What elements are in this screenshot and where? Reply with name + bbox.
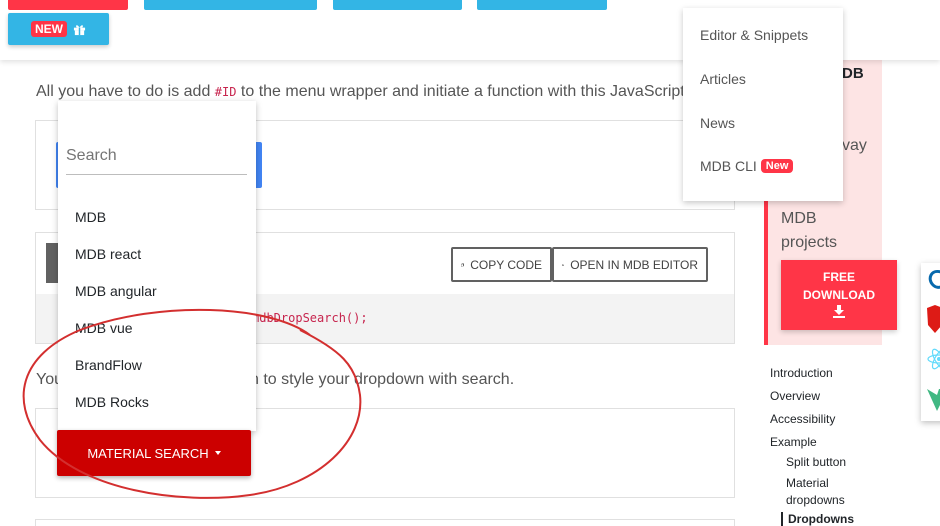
dropdown-item[interactable]: MDB angular (75, 283, 157, 299)
copy-icon (461, 263, 464, 267)
caret-down-icon (214, 451, 221, 455)
toc-link-split-button[interactable]: Split button (786, 455, 846, 469)
toc-link-overview[interactable]: Overview (770, 389, 820, 403)
open-editor-label: OPEN IN MDB EDITOR (570, 257, 698, 272)
promo-projects-text: MDB projects (781, 210, 838, 251)
dropdown-item[interactable]: MDB (75, 209, 106, 225)
angular-icon[interactable] (927, 305, 940, 333)
navbar-dropdown-menu: Editor & Snippets Articles News MDB CLI N… (683, 8, 843, 201)
image-icon (562, 263, 565, 266)
new-badge: New (760, 159, 794, 173)
nav-dropdown-item[interactable]: News (700, 115, 735, 131)
navbar-blue-button[interactable] (144, 0, 317, 10)
dropdown-item[interactable]: MDB react (75, 246, 141, 262)
navbar-blue-button[interactable] (477, 0, 607, 10)
free-download-button[interactable]: FREE DOWNLOAD (781, 260, 897, 330)
search-input[interactable] (66, 138, 247, 175)
promo-title: DB (842, 65, 864, 82)
promo-text: vay (842, 137, 867, 154)
material-search-button[interactable]: MATERIAL SEARCH (57, 430, 251, 476)
dropdown-item[interactable]: MDB vue (75, 320, 133, 336)
id-code: #ID (214, 85, 237, 99)
code-snippet: mdbDropSearch(); (252, 311, 368, 325)
intro-text: All you have to do is add #ID to the men… (36, 83, 698, 100)
new-badge: NEW (31, 21, 67, 37)
dropdown-item[interactable]: BrandFlow (75, 357, 142, 373)
toc-link-example[interactable]: Example (770, 435, 817, 449)
example-preview-box (35, 519, 735, 526)
framework-icons-bar (921, 263, 940, 421)
gift-icon (73, 24, 86, 35)
vue-icon[interactable] (927, 389, 940, 415)
copy-code-button[interactable]: COPY CODE (451, 247, 552, 282)
toc-link-material-dropdowns[interactable]: Material dropdowns (786, 475, 856, 509)
navbar-blue-button[interactable] (333, 0, 462, 10)
download-icon (833, 305, 845, 318)
material-search-label: MATERIAL SEARCH (87, 445, 209, 461)
new-features-button[interactable]: NEW (8, 13, 109, 45)
toc-link-accessibility[interactable]: Accessibility (770, 412, 835, 426)
toc-link-introduction[interactable]: Introduction (770, 366, 833, 380)
navbar-red-button[interactable] (8, 0, 128, 10)
nav-dropdown-item[interactable]: Editor & Snippets (700, 27, 808, 43)
copy-code-label: COPY CODE (470, 257, 542, 272)
jquery-icon[interactable] (927, 269, 940, 291)
nav-dropdown-item[interactable]: Articles (700, 71, 746, 87)
search-dropdown-menu: MDB MDB react MDB angular MDB vue BrandF… (58, 101, 256, 431)
dropdown-item[interactable]: MDB Rocks (75, 394, 149, 410)
open-editor-button[interactable]: OPEN IN MDB EDITOR (552, 247, 708, 282)
react-icon[interactable] (927, 347, 940, 371)
nav-dropdown-item[interactable]: MDB CLI New (700, 158, 794, 174)
toc-link-dropdowns[interactable]: Dropdowns (781, 512, 854, 526)
